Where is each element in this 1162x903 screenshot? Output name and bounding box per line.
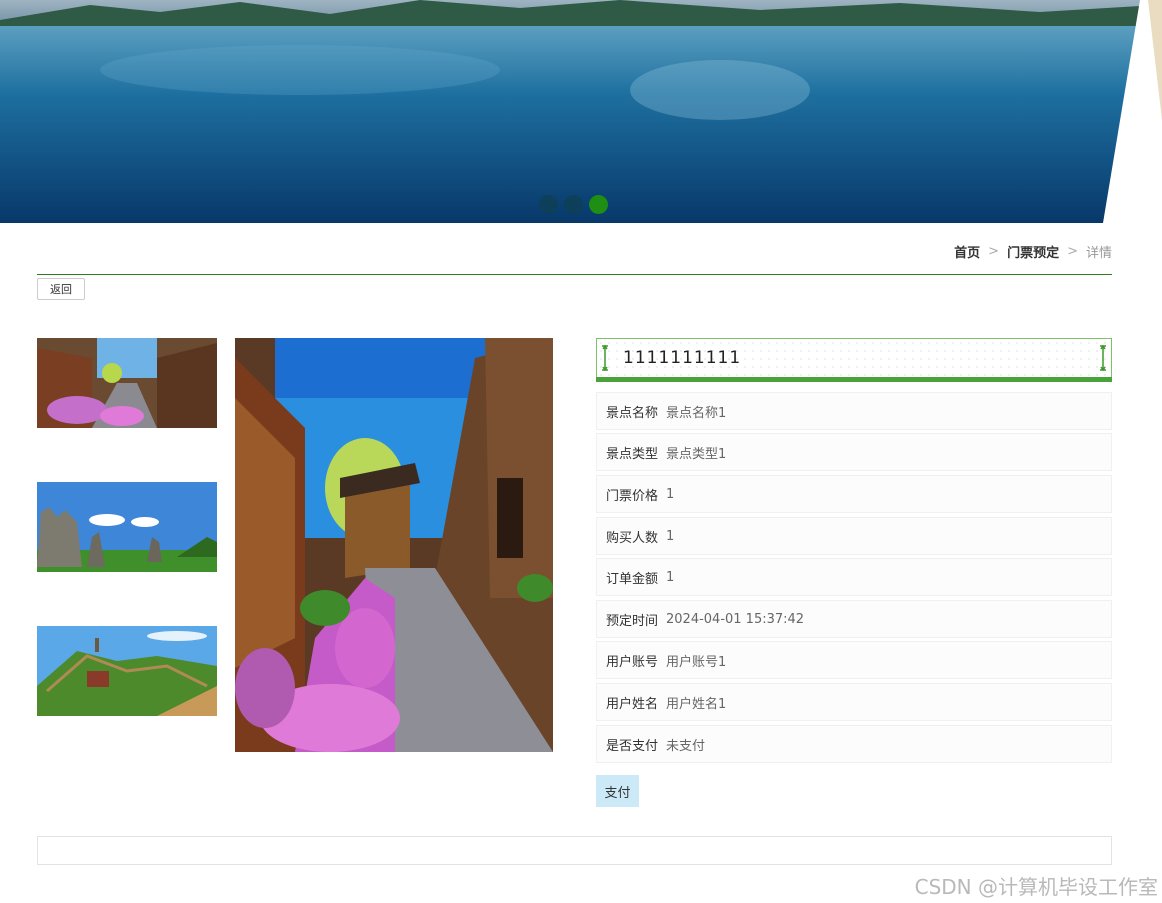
field-value: 1 xyxy=(666,569,675,585)
comment-area xyxy=(37,836,1112,865)
breadcrumb-separator: > xyxy=(988,244,1000,259)
text-cursor-icon xyxy=(1100,345,1106,371)
hero-banner xyxy=(0,0,1162,223)
breadcrumb-separator: > xyxy=(1067,244,1078,259)
main-photo xyxy=(235,338,553,752)
field-value: 景点类型1 xyxy=(666,446,727,462)
field-label: 景点类型 xyxy=(606,446,659,462)
title-text: 1111111111 xyxy=(623,348,742,368)
field-value: 2024-04-01 15:37:42 xyxy=(666,611,805,627)
pay-button[interactable]: 支付 xyxy=(596,775,639,807)
thumbnail-great-wall[interactable] xyxy=(37,626,217,716)
field-label: 用户姓名 xyxy=(606,696,659,712)
field-row: 订单金额 1 xyxy=(596,558,1112,596)
thumbnail-stone-forest[interactable] xyxy=(37,482,217,572)
title-display: 1111111111 xyxy=(596,338,1112,382)
divider xyxy=(37,274,1112,275)
field-label: 景点名称 xyxy=(606,405,659,421)
lake-landscape-image xyxy=(0,0,1162,223)
carousel-dot[interactable] xyxy=(539,195,558,214)
field-row: 用户姓名 用户姓名1 xyxy=(596,683,1112,721)
watermark: CSDN @计算机毕设工作室 xyxy=(914,875,1158,899)
field-label: 预定时间 xyxy=(606,613,659,629)
field-value: 1 xyxy=(666,528,675,544)
field-value: 景点名称1 xyxy=(666,405,727,421)
field-row: 用户账号 用户账号1 xyxy=(596,641,1112,679)
text-cursor-icon xyxy=(602,345,608,371)
field-label: 购买人数 xyxy=(606,530,659,546)
field-value: 用户姓名1 xyxy=(666,696,727,712)
field-row: 景点类型 景点类型1 xyxy=(596,433,1112,471)
field-label: 是否支付 xyxy=(606,738,659,754)
breadcrumb-section[interactable]: 门票预定 xyxy=(1007,242,1059,261)
field-label: 订单金额 xyxy=(606,571,659,587)
field-row: 门票价格 1 xyxy=(596,475,1112,513)
breadcrumb-home[interactable]: 首页 xyxy=(954,242,980,261)
carousel-dots xyxy=(539,195,608,214)
field-row: 景点名称 景点名称1 xyxy=(596,392,1112,430)
thumbnail-old-town[interactable] xyxy=(37,338,217,428)
field-row: 预定时间 2024-04-01 15:37:42 xyxy=(596,600,1112,638)
field-label: 用户账号 xyxy=(606,654,659,670)
field-value: 未支付 xyxy=(666,738,706,754)
field-value: 用户账号1 xyxy=(666,654,727,670)
carousel-dot-active[interactable] xyxy=(589,195,608,214)
carousel-dot[interactable] xyxy=(564,195,583,214)
title-underline xyxy=(596,377,1112,382)
back-button[interactable]: 返回 xyxy=(37,278,85,300)
field-row: 是否支付 未支付 xyxy=(596,725,1112,763)
field-label: 门票价格 xyxy=(606,488,659,504)
breadcrumb-current: 详情 xyxy=(1085,246,1112,261)
field-value: 1 xyxy=(666,486,675,502)
breadcrumb: 首页 > 门票预定 > 详情 xyxy=(954,242,1112,261)
field-row: 购买人数 1 xyxy=(596,517,1112,555)
